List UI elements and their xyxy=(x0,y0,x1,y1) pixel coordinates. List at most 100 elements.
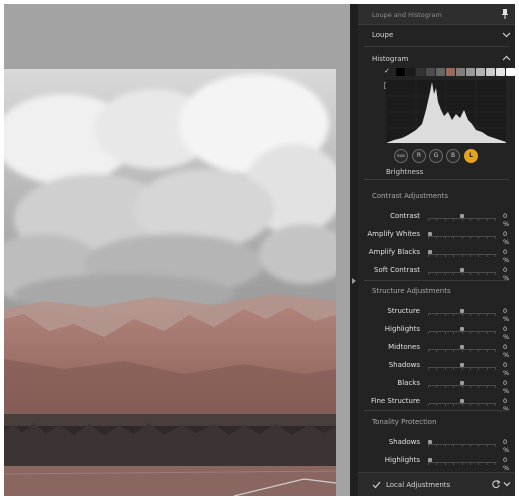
zone-swatch[interactable] xyxy=(426,68,435,76)
slider-label: Highlights xyxy=(384,456,420,464)
slider-label: Fine Structure xyxy=(371,397,420,405)
slider-tick xyxy=(462,219,463,221)
image-canvas[interactable] xyxy=(4,4,350,496)
zone-swatch[interactable] xyxy=(506,68,515,76)
slider-tick xyxy=(495,368,496,370)
loupe-section-header[interactable]: Loupe xyxy=(358,25,515,45)
slider-tick xyxy=(462,314,463,316)
slider-thumb[interactable] xyxy=(460,327,464,331)
zone-swatch[interactable] xyxy=(446,68,455,76)
slider-label: Blacks xyxy=(397,379,420,387)
slider-thumb[interactable] xyxy=(460,363,464,367)
zone-swatch[interactable] xyxy=(476,68,485,76)
slider-value: 0 % xyxy=(503,379,510,395)
slider-thumb[interactable] xyxy=(428,250,432,254)
checkmark-icon[interactable]: ✓ xyxy=(384,67,390,75)
slider-tick xyxy=(478,219,479,221)
chevron-down-icon[interactable] xyxy=(502,30,511,39)
slider-thumb[interactable] xyxy=(428,458,432,462)
slider-thumb[interactable] xyxy=(460,399,464,403)
slider-thumb[interactable] xyxy=(460,345,464,349)
photo-preview[interactable] xyxy=(4,69,336,496)
slider-track[interactable] xyxy=(428,345,496,352)
zone-swatch[interactable] xyxy=(466,68,475,76)
slider-tick xyxy=(495,332,496,334)
slider-value: 0 % xyxy=(503,230,510,246)
chevron-down-icon[interactable] xyxy=(503,480,511,488)
slider-thumb[interactable] xyxy=(428,232,432,236)
channel-blue-button[interactable]: B xyxy=(446,149,460,163)
slider-tick xyxy=(428,332,429,334)
zone-swatch[interactable] xyxy=(406,68,415,76)
channel-green-button[interactable]: G xyxy=(429,149,443,163)
slider-track[interactable] xyxy=(428,327,496,334)
slider-tick xyxy=(478,445,479,447)
slider-tick xyxy=(495,314,496,316)
slider-tick xyxy=(453,332,454,334)
channel-rgb-button[interactable]: RGB xyxy=(394,149,408,163)
slider-track[interactable] xyxy=(428,250,496,257)
slider-tick xyxy=(495,445,496,447)
zone-swatch[interactable] xyxy=(396,68,405,76)
slider-tick xyxy=(436,404,437,406)
slider-tick xyxy=(428,219,429,221)
histogram-label: Histogram xyxy=(372,55,409,63)
slider-tick xyxy=(436,314,437,316)
slider-label: Shadows xyxy=(388,438,420,446)
slider-track[interactable] xyxy=(428,268,496,275)
slider-tick xyxy=(495,273,496,275)
slider-tick xyxy=(470,386,471,388)
zone-swatch[interactable] xyxy=(436,68,445,76)
slider-thumb[interactable] xyxy=(460,214,464,218)
slider-tick xyxy=(445,445,446,447)
channel-luminance-button[interactable]: L xyxy=(464,149,478,163)
divider xyxy=(364,410,509,411)
slider-track[interactable] xyxy=(428,214,496,221)
panel-collapse-handle[interactable] xyxy=(350,4,358,496)
zone-swatch[interactable] xyxy=(456,68,465,76)
slider-tick xyxy=(487,350,488,352)
reset-icon[interactable] xyxy=(491,479,501,489)
slider-tick xyxy=(445,255,446,257)
zone-swatch[interactable] xyxy=(486,68,495,76)
slider-track[interactable] xyxy=(428,381,496,388)
slider-tick xyxy=(487,273,488,275)
slider-track[interactable] xyxy=(428,309,496,316)
slider-tick xyxy=(470,404,471,406)
histogram-graph xyxy=(386,80,506,143)
chevron-up-icon[interactable] xyxy=(502,54,511,63)
slider-thumb[interactable] xyxy=(428,440,432,444)
slider-row: Midtones 0 % xyxy=(358,340,515,359)
slider-thumb[interactable] xyxy=(460,381,464,385)
slider-row: Soft Contrast 0 % xyxy=(358,263,515,282)
slider-thumb[interactable] xyxy=(460,309,464,313)
channel-red-button[interactable]: R xyxy=(412,149,426,163)
slider-row: Shadows 0 % xyxy=(358,358,515,377)
slider-track[interactable] xyxy=(428,363,496,370)
slider-track[interactable] xyxy=(428,232,496,239)
slider-tick xyxy=(445,237,446,239)
zone-swatch[interactable] xyxy=(416,68,425,76)
slider-row: Fine Structure 0 % xyxy=(358,394,515,413)
zone-swatch[interactable] xyxy=(496,68,505,76)
app-window: Loupe and Histogram Loupe Histogram ✓ RG… xyxy=(4,4,515,496)
slider-thumb[interactable] xyxy=(460,268,464,272)
slider-track[interactable] xyxy=(428,458,496,465)
checkmark-icon[interactable] xyxy=(372,480,381,489)
slider-tick xyxy=(470,463,471,465)
slider-tick xyxy=(495,350,496,352)
histogram-section-header[interactable]: Histogram xyxy=(358,49,515,69)
slider-tick xyxy=(453,273,454,275)
panel-header: Loupe and Histogram xyxy=(358,4,515,25)
local-adjustments-footer[interactable]: Local Adjustments xyxy=(358,472,515,496)
slider-tick xyxy=(487,237,488,239)
slider-tick xyxy=(453,368,454,370)
slider-track[interactable] xyxy=(428,440,496,447)
slider-tick xyxy=(445,219,446,221)
pin-icon[interactable] xyxy=(501,9,509,19)
slider-tick xyxy=(462,237,463,239)
slider-track[interactable] xyxy=(428,399,496,406)
slider-label: Structure xyxy=(387,307,420,315)
slider-tick xyxy=(470,314,471,316)
expand-arrow-icon[interactable] xyxy=(352,278,356,284)
